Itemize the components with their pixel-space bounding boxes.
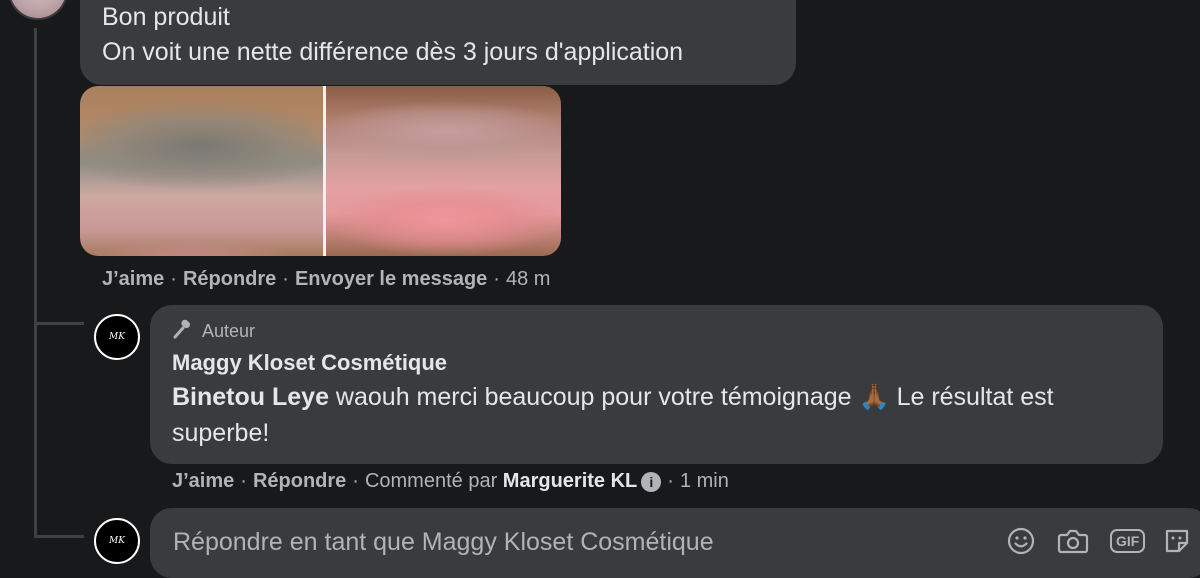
page-logo: MK xyxy=(109,332,125,342)
author-badge-label: Auteur xyxy=(202,320,256,341)
gif-icon[interactable]: GIF xyxy=(1110,529,1146,553)
comment-line-2: On voit une nette différence dès 3 jours… xyxy=(102,38,684,66)
comment-photo-before-after[interactable] xyxy=(80,86,561,256)
smiley-icon[interactable] xyxy=(1006,526,1036,561)
reply-link[interactable]: Répondre xyxy=(183,268,276,290)
photo-after xyxy=(326,86,561,256)
composer-logo: MK xyxy=(109,536,125,546)
mention-link[interactable]: Binetou Leye xyxy=(172,383,329,411)
thread-branch-composer xyxy=(34,535,84,538)
commenter-avatar[interactable] xyxy=(8,0,68,20)
microphone-icon xyxy=(172,319,194,344)
thread-branch-reply xyxy=(34,322,84,325)
comment-timestamp[interactable]: 48 m xyxy=(506,268,550,290)
reply-input-placeholder[interactable]: Répondre en tant que Maggy Kloset Cosmét… xyxy=(173,528,714,557)
comment-line-1: Bon produit xyxy=(102,3,230,31)
camera-icon[interactable] xyxy=(1057,526,1089,561)
info-icon[interactable]: i xyxy=(641,471,662,492)
author-badge: Auteur xyxy=(172,319,1141,343)
reply-author-name[interactable]: Maggy Kloset Cosmétique xyxy=(172,347,1141,379)
reply-actions: J’aime · Répondre · Commenté par Marguerite … xyxy=(172,470,729,492)
reply-text-part-1: waouh merci beaucoup pour votre témoigna… xyxy=(328,383,859,411)
pray-emoji: 🙏🏾 xyxy=(858,383,890,411)
reply-text: Binetou Leye waouh merci beaucoup pour v… xyxy=(172,379,1141,451)
photo-before xyxy=(80,86,323,256)
commented-by-name[interactable]: Marguerite KL xyxy=(503,470,637,492)
sticker-icon[interactable] xyxy=(1162,526,1192,561)
like-link[interactable]: J’aime xyxy=(102,268,164,290)
send-message-link[interactable]: Envoyer le message xyxy=(295,268,487,290)
comment-actions: J’aime · Répondre · Envoyer le message · 48 m xyxy=(102,268,551,290)
thread-line xyxy=(34,28,37,538)
reply-bubble: Auteur Maggy Kloset Cosmétique Binetou L… xyxy=(150,305,1163,464)
comment-bubble: Bon produit On voit une nette différence… xyxy=(80,0,796,85)
commented-by-label: Commenté par xyxy=(364,470,498,492)
reply-like-link[interactable]: J’aime xyxy=(172,470,234,492)
composer-avatar: MK xyxy=(94,518,140,564)
page-avatar[interactable]: MK xyxy=(94,314,140,360)
reply-timestamp[interactable]: 1 min xyxy=(680,470,729,492)
reply-reply-link[interactable]: Répondre xyxy=(253,470,346,492)
